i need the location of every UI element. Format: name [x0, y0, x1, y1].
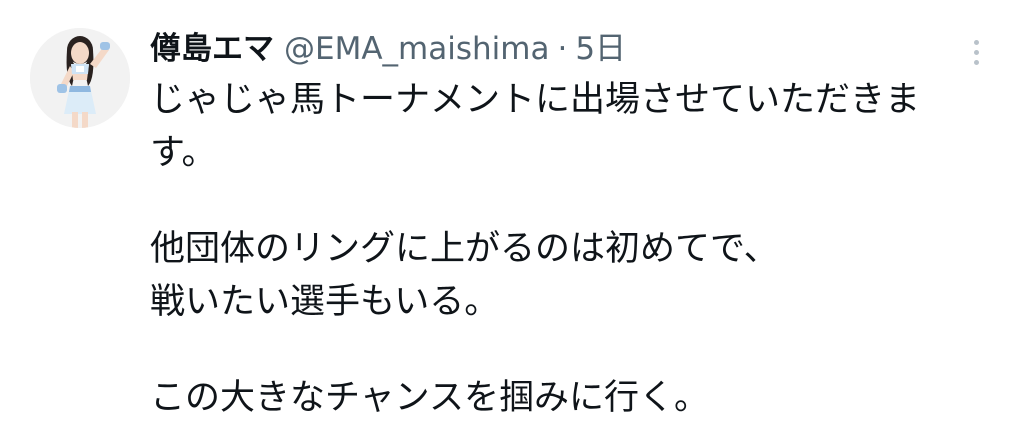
more-vertical-icon[interactable] — [962, 32, 990, 72]
tweet-text-line: 他団体のリングに上がるのは初めてで、 — [150, 229, 779, 269]
tweet-text-line: この大きなチャンスを掴みに行く。 — [150, 378, 709, 418]
tweet[interactable]: 僔島エマ @EMA_maishima · 5日 じゃじゃ馬トーナメントに出場させ… — [0, 0, 1024, 427]
avatar[interactable] — [30, 28, 130, 128]
tweet-text: じゃじゃ馬トーナメントに出場させていただきま す。 他団体のリングに上がるのは初… — [150, 74, 995, 425]
user-handle[interactable]: @EMA_maishima — [284, 24, 549, 74]
tweet-text-line: じゃじゃ馬トーナメントに出場させていただきま — [150, 80, 921, 120]
tweet-header: 僔島エマ @EMA_maishima · 5日 — [150, 24, 626, 74]
header-separator: · — [557, 31, 568, 67]
tweet-text-line: 戦いたい選手もいる。 — [150, 282, 500, 322]
tweet-text-line: す。 — [150, 133, 217, 173]
display-name[interactable]: 僔島エマ — [150, 24, 274, 74]
profile-photo-icon — [30, 28, 130, 128]
timestamp[interactable]: 5日 — [575, 24, 626, 74]
